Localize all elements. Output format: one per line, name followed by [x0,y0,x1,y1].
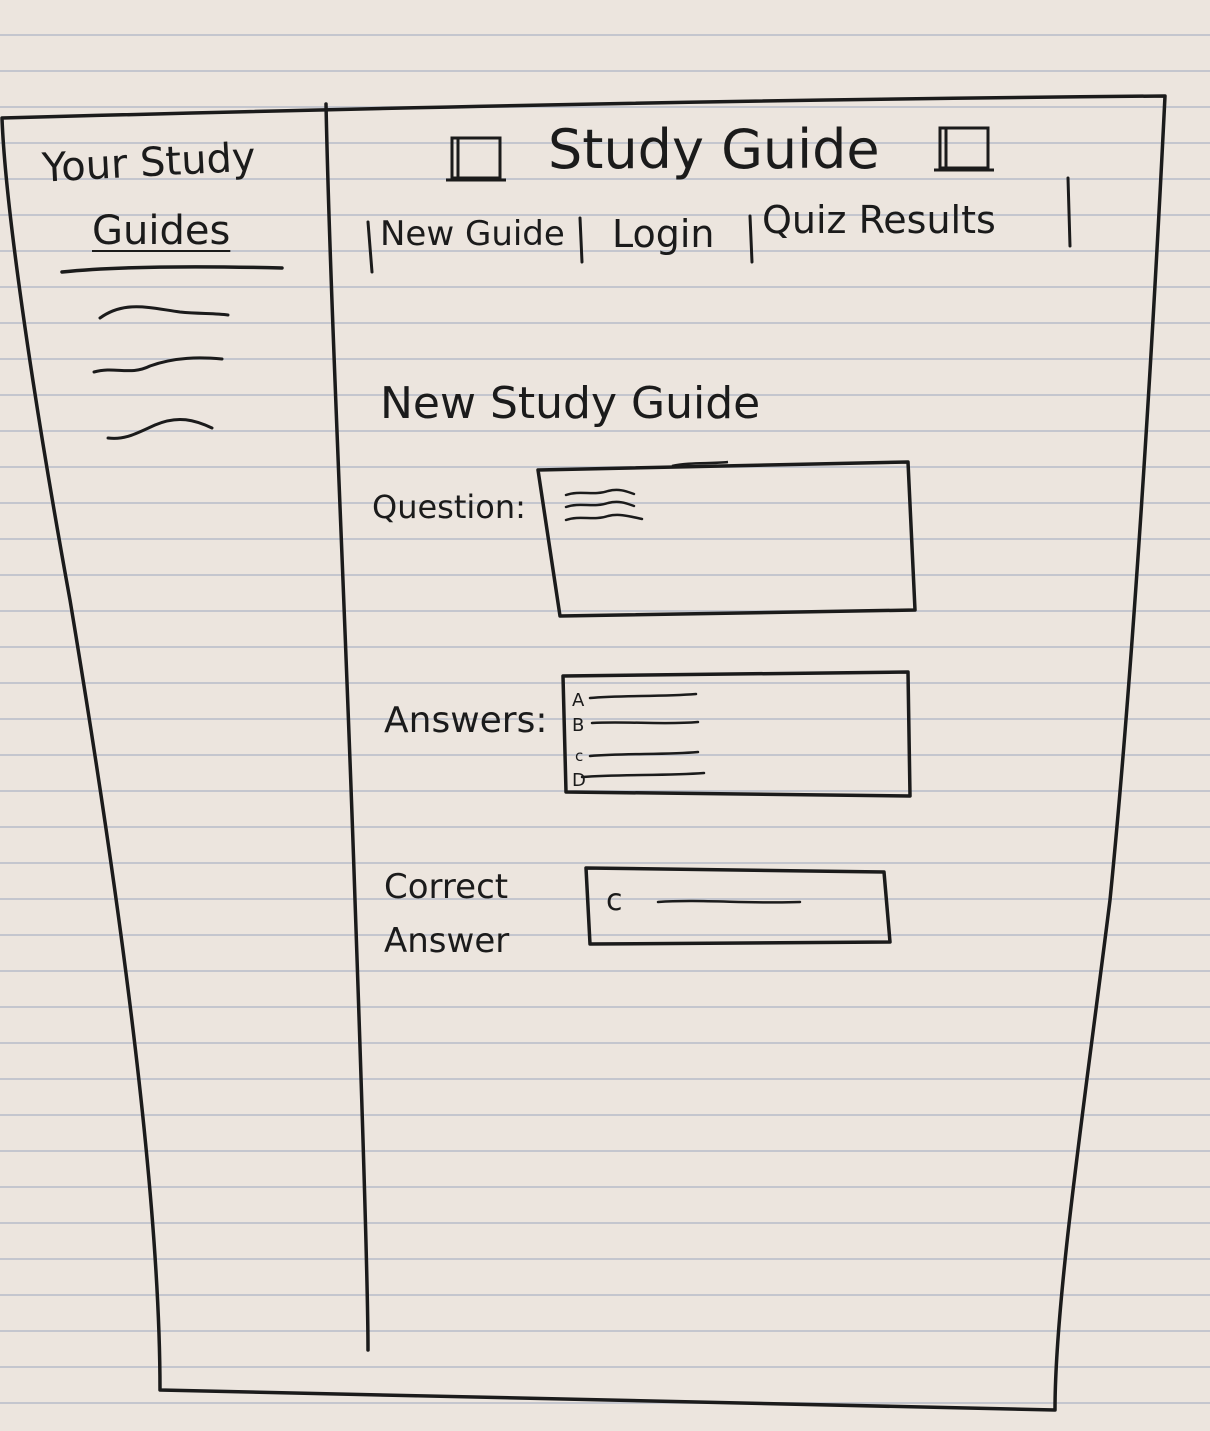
sidebar-item[interactable] [92,356,224,374]
app-icon-left [446,136,506,182]
answer-letter-b: B [572,715,585,736]
correct-answer-input[interactable] [584,866,892,946]
page-frame [0,94,1167,1412]
app-icon-right [934,126,994,172]
correct-answer-label: Correct Answer [384,867,510,961]
answer-option-b[interactable] [590,720,700,725]
correct-answer-scribble [656,899,802,904]
page-heading: New Study Guide [380,378,761,429]
sidebar-item[interactable] [106,417,214,440]
answer-option-c[interactable] [588,750,700,758]
nav-login[interactable]: Login [612,212,715,256]
answers-input[interactable] [561,670,912,798]
answers-label: Answers: [384,700,548,741]
answer-option-d[interactable] [580,771,706,779]
sidebar-list [92,305,230,440]
answer-option-a[interactable] [588,692,698,700]
nav-new-guide[interactable]: New Guide [380,214,565,254]
correct-answer-value: c [606,883,623,918]
sidebar-item[interactable] [98,305,230,320]
answer-letter-c: c [575,747,584,765]
sidebar-divider [324,102,370,1352]
nav-quiz-results[interactable]: Quiz Results [762,198,996,242]
question-text-scribble [564,488,644,522]
question-label: Question: [372,488,526,526]
sidebar-title-underline [60,265,284,274]
answer-letter-a: A [572,690,585,711]
sidebar-title-underlined: Guides [92,208,231,254]
question-input[interactable] [536,460,917,618]
answer-letter-d: D [572,770,586,791]
answer-option-lines [580,692,706,779]
app-title: Study Guide [548,118,880,181]
